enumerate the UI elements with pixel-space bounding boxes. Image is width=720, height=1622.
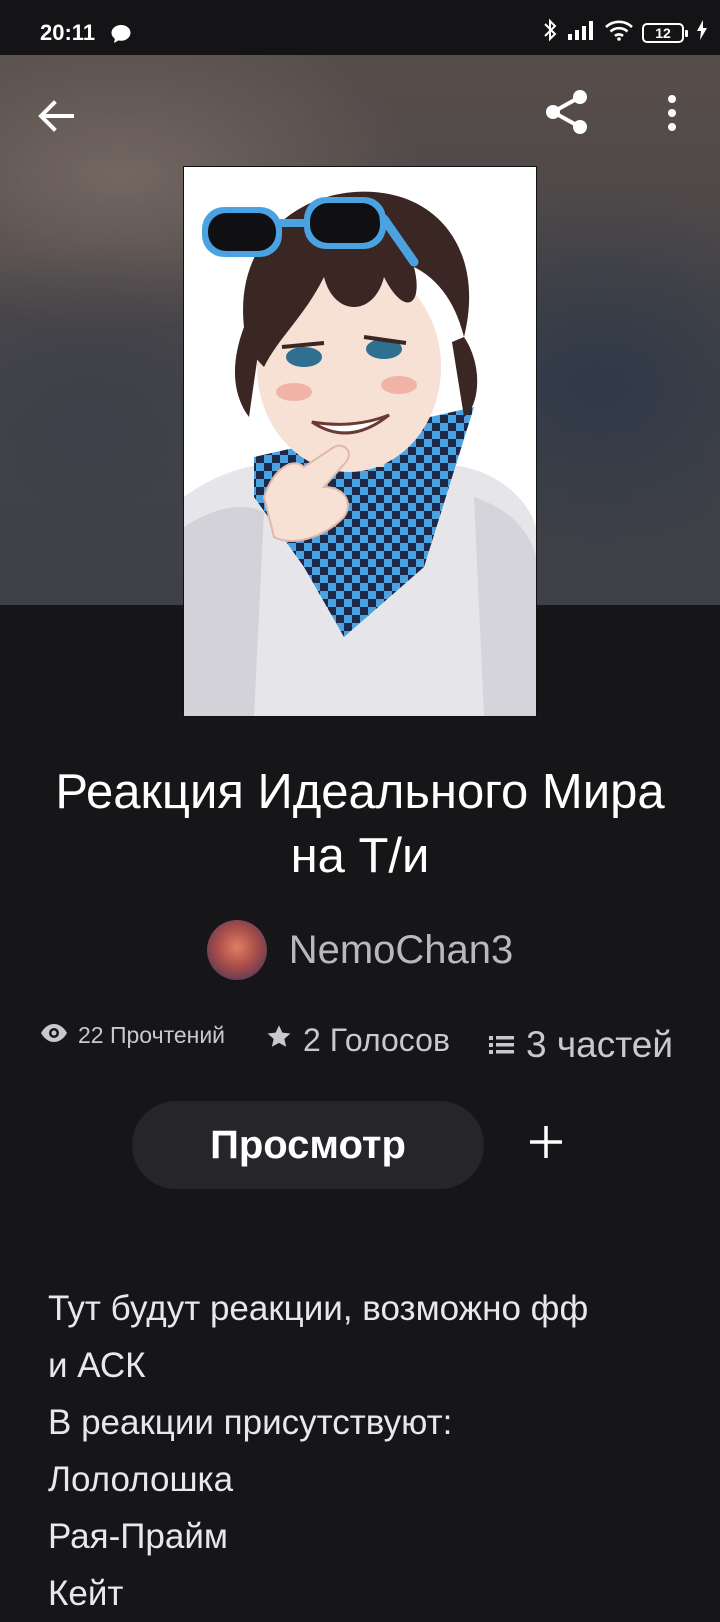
list-icon — [488, 1024, 516, 1066]
description-line: Тут будут реакции, возможно фф — [48, 1289, 589, 1328]
status-time: 20:11 — [40, 20, 96, 45]
add-to-library-button[interactable] — [516, 1114, 576, 1174]
story-title: Реакция Идеального Мира на Т/и — [55, 765, 665, 883]
battery-level: 12 — [655, 24, 671, 41]
reads-stat: 22 Прочтений — [40, 1022, 225, 1049]
star-icon — [265, 1022, 293, 1059]
description-line: Кейт — [48, 1574, 124, 1613]
description-line: Лололошка — [48, 1460, 234, 1499]
author-avatar[interactable] — [206, 920, 267, 980]
author-name[interactable]: NemoChan3 — [289, 928, 514, 973]
read-button[interactable]: Просмотр — [132, 1101, 484, 1189]
share-button[interactable] — [540, 85, 594, 139]
share-icon — [540, 90, 594, 143]
back-button[interactable] — [30, 90, 82, 142]
votes-count: 2 Голосов — [303, 1022, 450, 1058]
plus-icon — [526, 1122, 566, 1167]
parts-count: 3 частей — [526, 1024, 673, 1065]
battery-icon: 12 — [642, 22, 688, 43]
votes-stat: 2 Голосов — [265, 1022, 450, 1059]
eye-icon — [40, 1022, 68, 1049]
more-vertical-icon — [652, 95, 692, 143]
parts-stat: 3 частей — [488, 1024, 673, 1066]
status-bar: 20:11 12 — [0, 0, 720, 55]
author-row[interactable]: NemoChan3 — [0, 920, 720, 980]
story-cover-image[interactable] — [184, 167, 536, 716]
description-line: В реакции присутствуют: — [48, 1403, 453, 1442]
charging-icon — [696, 19, 708, 46]
status-icons: 12 — [542, 18, 708, 47]
bluetooth-icon — [542, 18, 558, 47]
reads-count: 22 Прочтений — [78, 1022, 226, 1048]
description-line: Рая-Прайм — [48, 1517, 228, 1556]
more-options-button[interactable] — [652, 87, 692, 139]
story-description: Тут будут реакции, возможно фф и АСК В р… — [48, 1280, 688, 1622]
signal-icon — [566, 19, 596, 46]
chat-bubble-icon — [110, 24, 132, 49]
wifi-icon — [604, 19, 634, 46]
description-line: и АСК — [48, 1346, 146, 1385]
story-stats: 22 Прочтений 2 Голосов 3 частей — [0, 1018, 720, 1068]
back-arrow-icon — [30, 100, 82, 146]
